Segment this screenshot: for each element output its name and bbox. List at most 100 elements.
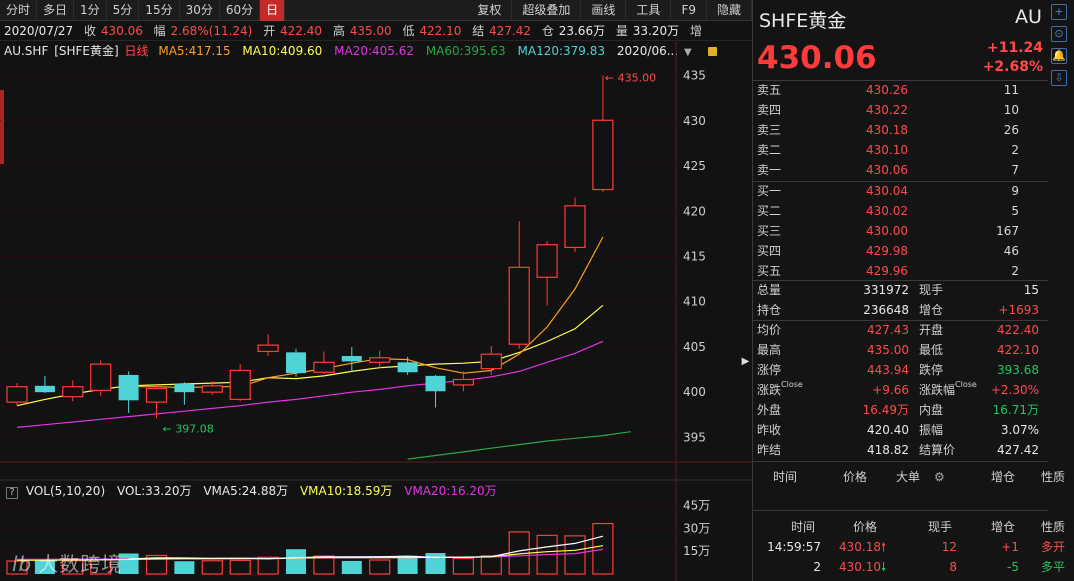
stat-label-text: 涨跌幅 <box>919 383 956 397</box>
volume-bar <box>480 555 502 575</box>
change-value: +11.24 <box>986 40 1043 56</box>
book-price: 430.22 <box>866 103 908 117</box>
candle-body <box>313 361 335 373</box>
y-tick-label: 420 <box>683 204 706 218</box>
stat-label: 总量 <box>757 280 781 300</box>
arrow-up-icon: 🠕 <box>881 540 887 554</box>
download-icon[interactable]: ⇩ <box>1051 70 1067 86</box>
book-level-label: 买一 <box>757 184 782 198</box>
book-price: 430.26 <box>866 83 908 97</box>
y-tick-label: 395 <box>683 430 706 444</box>
stat-label: 内盘 <box>919 400 943 420</box>
tick-price: 430.18 <box>839 540 881 554</box>
volume-bar <box>592 522 614 575</box>
candle-body <box>201 385 223 393</box>
y-tick-label: 435 <box>683 69 706 83</box>
stat-row: 涨停 443.94 跌停 393.68 <box>753 360 1048 380</box>
book-row[interactable]: 卖五 430.26 11 <box>753 80 1043 100</box>
book-row[interactable]: 买四 429.98 46 <box>753 241 1043 261</box>
tick-oi: -5 <box>1007 560 1019 574</box>
ticks-header: 时间 价格 现手 增仓 性质 <box>753 517 1074 537</box>
y-tick-label: 405 <box>683 340 706 354</box>
stat-label-text: 均价 <box>757 323 782 337</box>
stat-row: 持仓 236648 增仓 +1693 <box>753 300 1048 320</box>
book-price: 430.18 <box>866 123 908 137</box>
big-col-price: 价格 <box>843 470 868 484</box>
y-tick-label: 430 <box>683 114 706 128</box>
stat-label-text: 涨停 <box>757 363 782 377</box>
candle-body <box>6 386 28 403</box>
book-volume: 2 <box>1011 143 1019 157</box>
book-price: 429.96 <box>866 264 908 278</box>
book-volume: 11 <box>1003 83 1019 97</box>
volume-legend: ? VOL(5,10,20) VOL:33.20万 VMA5:24.88万 VM… <box>0 483 505 499</box>
big-order-header: 时间 价格 大单 ⚙ 增仓 性质 <box>753 467 1074 487</box>
stat-value: 427.43 <box>867 323 909 337</box>
candle-body <box>34 385 55 393</box>
book-row[interactable]: 卖二 430.10 2 <box>753 140 1043 160</box>
book-row[interactable]: 买一 430.04 9 <box>753 181 1043 201</box>
stat-label: 外盘 <box>757 400 781 420</box>
book-row[interactable]: 买二 430.02 5 <box>753 201 1043 221</box>
stat-label-text: 外盘 <box>757 403 782 417</box>
tick-row[interactable]: 14:59:57 430.18🠕 12 +1 多开 <box>753 537 1074 557</box>
volume-bar <box>341 560 362 574</box>
volume-bar <box>257 556 279 575</box>
stat-row: 均价 427.43 开盘 422.40 <box>753 320 1048 340</box>
y-tick-label: 400 <box>683 385 706 399</box>
bid-book: 买一 430.04 9 买二 430.02 5 买三 430.00 167 买四 429.98 46 买… <box>753 181 1043 281</box>
book-row[interactable]: 买五 429.96 2 <box>753 261 1043 281</box>
high-annotation: ← 435.00 <box>605 72 656 85</box>
book-level-label: 买四 <box>757 244 782 258</box>
stat-label-text: 最高 <box>757 343 782 357</box>
stat-label: 涨跌Close <box>757 380 803 400</box>
candle-body <box>536 244 558 278</box>
vol-value: VOL:33.20万 <box>116 484 192 498</box>
stat-value: 427.42 <box>997 443 1039 457</box>
book-row[interactable]: 买三 430.00 167 <box>753 221 1043 241</box>
collapse-arrow-icon[interactable]: ▶ <box>739 352 752 372</box>
big-col-oi: 增仓 <box>991 470 1016 484</box>
tick-nature: 多平 <box>1041 560 1066 574</box>
stat-label-sup: Close <box>781 380 803 389</box>
big-col-big: 大单 <box>896 470 921 484</box>
tick-time: 14:59:57 <box>767 540 821 554</box>
book-level-label: 买五 <box>757 264 782 278</box>
gear-icon[interactable]: ⚙ <box>934 467 945 487</box>
book-row[interactable]: 卖一 430.06 7 <box>753 160 1043 180</box>
tick-oi: +1 <box>1001 540 1019 554</box>
vol-indicator-title: VOL(5,10,20) <box>25 484 106 498</box>
stat-label-text: 持仓 <box>757 303 782 317</box>
volume-bar <box>201 560 223 575</box>
stat-value: 435.00 <box>867 343 909 357</box>
stat-row: 外盘 16.49万 内盘 16.71万 <box>753 400 1048 420</box>
tick-price-wrap: 430.18🠕 <box>839 537 886 557</box>
target-icon[interactable]: ⊙ <box>1051 26 1067 42</box>
help-icon[interactable]: ? <box>6 487 18 499</box>
stat-row: 昨收 420.40 振幅 3.07% <box>753 420 1048 440</box>
candle-body <box>229 369 251 400</box>
divider <box>753 510 1048 511</box>
stat-value: 15 <box>1023 283 1039 297</box>
watermark-text: 大数跨境 <box>38 552 123 576</box>
candle-body <box>564 205 586 249</box>
bell-icon[interactable]: 🔔 <box>1051 48 1067 64</box>
stat-row: 最高 435.00 最低 422.10 <box>753 340 1048 360</box>
ask-book: 卖五 430.26 11 卖四 430.22 10 卖三 430.18 26 卖二 430.10 2 卖… <box>753 80 1043 180</box>
volume-stats: 总量 331972 现手 15 持仓 236648 增仓 +1693 <box>753 280 1048 320</box>
stat-label-text: 昨结 <box>757 443 782 457</box>
ma5-line <box>128 236 604 389</box>
book-row[interactable]: 卖四 430.22 10 <box>753 100 1043 120</box>
book-row[interactable]: 卖三 430.18 26 <box>753 120 1043 140</box>
stat-value: 420.40 <box>867 423 909 437</box>
book-level-label: 卖五 <box>757 83 782 97</box>
tick-time: 2 <box>813 560 821 574</box>
add-icon[interactable]: + <box>1051 4 1067 20</box>
tick-qty: 8 <box>949 560 957 574</box>
stat-label-text: 昨收 <box>757 423 782 437</box>
candle-body <box>592 119 614 191</box>
tick-row[interactable]: 2 430.10🠗 8 -5 多平 <box>753 557 1074 577</box>
stat-label-text: 跌停 <box>919 363 944 377</box>
last-price: 430.06 <box>757 40 877 76</box>
ma60-line <box>407 431 631 460</box>
